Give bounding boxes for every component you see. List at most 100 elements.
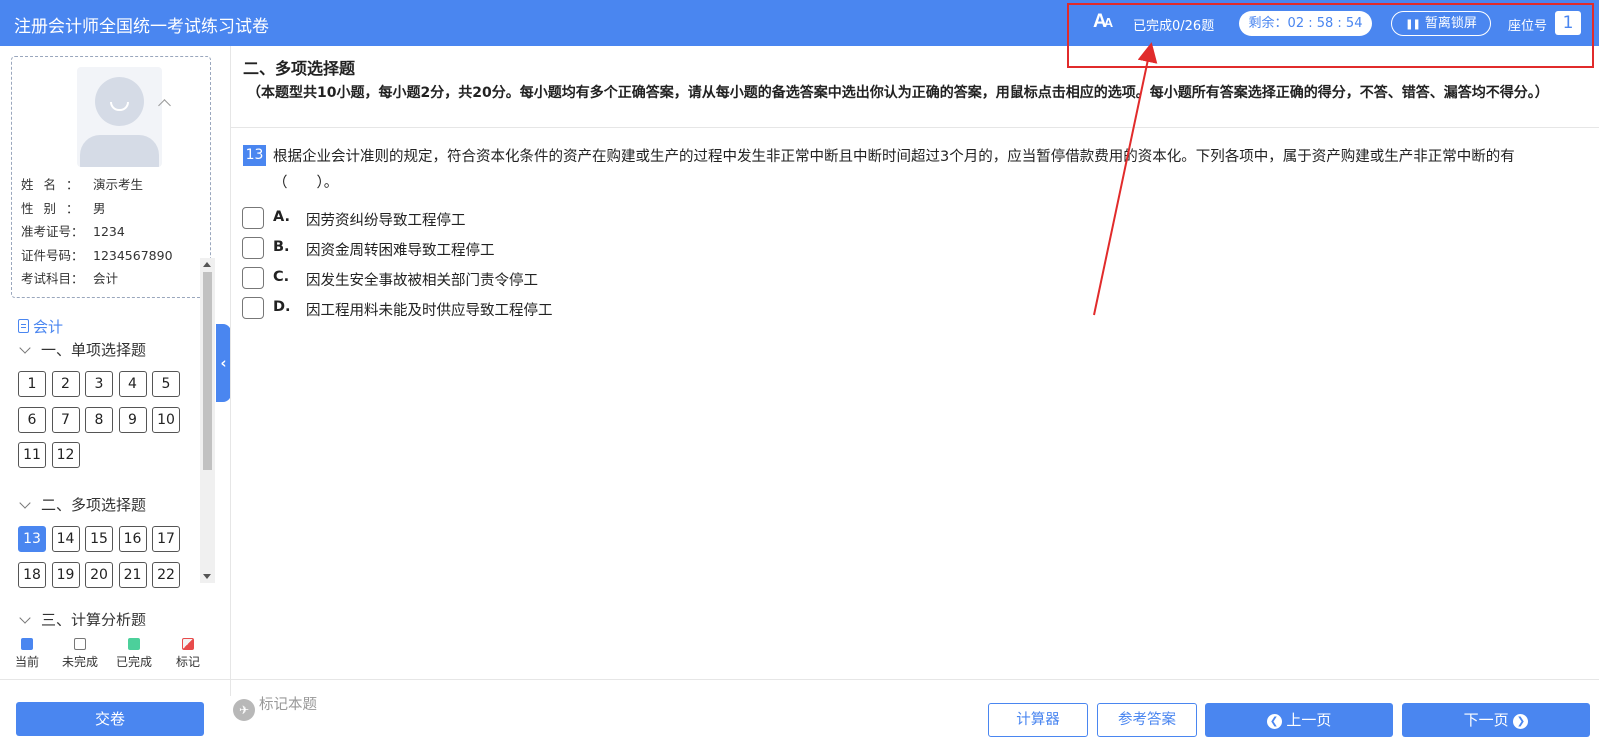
- info-row-gender: 性别：男: [21, 198, 106, 217]
- collapse-sidebar-button[interactable]: ‹: [216, 324, 231, 402]
- option-a[interactable]: A. 因劳资纠纷导致工程停工: [242, 207, 642, 231]
- nav-scrollbar[interactable]: [200, 258, 215, 583]
- exam-app: 注册会计师全国统一考试练习试卷 AA 已完成0/26题 剩余：02 : 58 :…: [0, 0, 1599, 742]
- info-row-exam-subject: 考试科目： 会计: [21, 268, 118, 287]
- chevron-down-icon: [19, 612, 31, 624]
- prev-page-button[interactable]: ❮ 上一页: [1205, 703, 1393, 737]
- question-text: 根据企业会计准则的规定，符合资本化条件的资产在购建或生产的过程中发生非正常中断且…: [273, 149, 1515, 191]
- option-text: 因工程用料未能及时供应导致工程停工: [306, 303, 553, 319]
- pause-icon: ❚❚: [1405, 19, 1421, 30]
- reference-answer-button[interactable]: 参考答案: [1097, 703, 1197, 737]
- option-checkbox[interactable]: [242, 207, 264, 229]
- option-b[interactable]: B. 因资金周转困难导致工程停工: [242, 237, 642, 261]
- nav-section-2[interactable]: 二、多项选择题: [18, 494, 146, 515]
- next-page-button[interactable]: 下一页 ❯: [1402, 703, 1590, 737]
- option-d[interactable]: D. 因工程用料未能及时供应导致工程停工: [242, 297, 642, 321]
- timer-value: 02 : 58 : 54: [1287, 16, 1363, 31]
- nav-section-1[interactable]: 一、单项选择题: [18, 339, 146, 360]
- info-value: 演示考生: [93, 177, 144, 192]
- question-nav-button[interactable]: 4: [118, 371, 147, 397]
- scroll-up-arrow[interactable]: [203, 262, 211, 267]
- legend-swatch: [182, 638, 194, 650]
- question-nav-button[interactable]: 17: [152, 526, 180, 552]
- section-title: 二、多项选择题: [243, 59, 356, 78]
- question-number-badge: 13: [243, 145, 266, 166]
- question-nav-button[interactable]: 3: [85, 371, 113, 397]
- question-nav-button[interactable]: 20: [85, 561, 113, 588]
- info-key: 考试科目：: [21, 271, 84, 286]
- option-c[interactable]: C. 因发生安全事故被相关部门责令停工: [242, 267, 642, 291]
- question-nav-button[interactable]: 15: [85, 526, 113, 552]
- question-nav-button[interactable]: 18: [18, 561, 46, 588]
- chevron-down-icon: [19, 497, 31, 509]
- mark-question-button[interactable]: ✈ 标记本题: [233, 693, 317, 721]
- legend-swatch: [21, 638, 33, 650]
- question-nav-button[interactable]: 6: [18, 406, 46, 433]
- question-nav-button[interactable]: 14: [51, 526, 80, 552]
- question-nav-button[interactable]: 12: [51, 442, 80, 468]
- info-key: 姓名：: [21, 177, 89, 192]
- option-letter: D.: [273, 299, 291, 315]
- legend-label: 已完成: [115, 655, 152, 669]
- question-nav-button[interactable]: 21: [118, 561, 147, 588]
- legend-label: 未完成: [61, 655, 98, 669]
- top-bar: 注册会计师全国统一考试练习试卷 AA 已完成0/26题 剩余：02 : 58 :…: [0, 0, 1599, 46]
- question-nav[interactable]: 会计 一、单项选择题 1 2 3 4 5 6 7 8 9 10 11 12 二、多项选择题 13 14 15 16…: [0, 301, 230, 626]
- question-nav-button[interactable]: 1: [18, 371, 46, 397]
- avatar-body-shape: [80, 135, 159, 167]
- question-nav-button[interactable]: 16: [118, 526, 147, 552]
- submit-button[interactable]: 交卷: [16, 702, 204, 736]
- info-row-id-no: 证件号码： 1234567890: [21, 245, 173, 264]
- question-nav-button[interactable]: 11: [18, 442, 46, 468]
- content-divider: [231, 127, 1599, 128]
- nav-section-3[interactable]: 三、计算分析题: [18, 609, 146, 626]
- exam-title: 注册会计师全国统一考试练习试卷: [14, 17, 269, 37]
- option-checkbox[interactable]: [242, 237, 264, 259]
- nav-section-title: 一、单项选择题: [41, 341, 147, 359]
- question-nav-button[interactable]: 8: [85, 406, 113, 433]
- question-nav-button[interactable]: 7: [51, 406, 80, 433]
- question-nav-button[interactable]: 19: [51, 561, 80, 588]
- option-text: 因发生安全事故被相关部门责令停工: [306, 273, 538, 289]
- info-value: 会计: [93, 271, 119, 286]
- option-checkbox[interactable]: [242, 297, 264, 319]
- question-nav-button[interactable]: 5: [152, 371, 180, 397]
- info-key: 证件号码：: [21, 247, 84, 263]
- calculator-button[interactable]: 计算器: [988, 703, 1088, 737]
- legend-cur: 当前: [4, 638, 50, 670]
- scroll-thumb[interactable]: [203, 272, 212, 470]
- lock-label: 暂离锁屏: [1424, 16, 1477, 31]
- info-value: 1234: [93, 224, 125, 239]
- legend-mark: 标记: [165, 638, 211, 670]
- chevron-down-icon: [19, 342, 31, 354]
- pin-icon: ✈: [233, 699, 255, 721]
- option-letter: A.: [273, 209, 290, 225]
- sidebar-divider: [230, 46, 231, 696]
- option-checkbox[interactable]: [242, 267, 264, 289]
- font-size-icon[interactable]: AA: [1093, 11, 1113, 33]
- seat-number: 1: [1555, 11, 1581, 35]
- legend-swatch: [128, 638, 140, 650]
- countdown-timer: 剩余：02 : 58 : 54: [1239, 11, 1372, 36]
- nav-section-title: 二、多项选择题: [41, 496, 147, 514]
- lock-screen-button[interactable]: ❚❚ 暂离锁屏: [1391, 11, 1491, 36]
- scroll-down-arrow[interactable]: [203, 574, 211, 579]
- sidebar: 姓名： 演示考生性别：男准考证号： 1234 证件号码： 1234567890 考试科目：…: [0, 46, 230, 696]
- question-nav-button[interactable]: 9: [118, 406, 147, 433]
- question-nav-button[interactable]: 13: [18, 526, 46, 552]
- legend-done: 已完成: [111, 638, 157, 670]
- subject-label: 会计: [18, 316, 63, 337]
- question-nav-button[interactable]: 10: [152, 406, 180, 433]
- document-icon: [18, 319, 29, 333]
- timer-label: 剩余：: [1248, 16, 1288, 31]
- option-letter: B.: [273, 239, 290, 255]
- info-row-admission-no: 准考证号： 1234: [21, 221, 125, 240]
- question-nav-button[interactable]: 2: [51, 371, 80, 397]
- legend-swatch: [74, 638, 86, 650]
- question-nav-button[interactable]: 22: [152, 561, 180, 588]
- chevron-left-icon: ‹: [220, 354, 227, 372]
- annotation-arrow: [1093, 42, 1158, 316]
- info-row-name: 姓名： 演示考生: [21, 174, 143, 193]
- option-text: 因劳资纠纷导致工程停工: [306, 213, 466, 229]
- chevron-left-icon: ❮: [1266, 714, 1282, 729]
